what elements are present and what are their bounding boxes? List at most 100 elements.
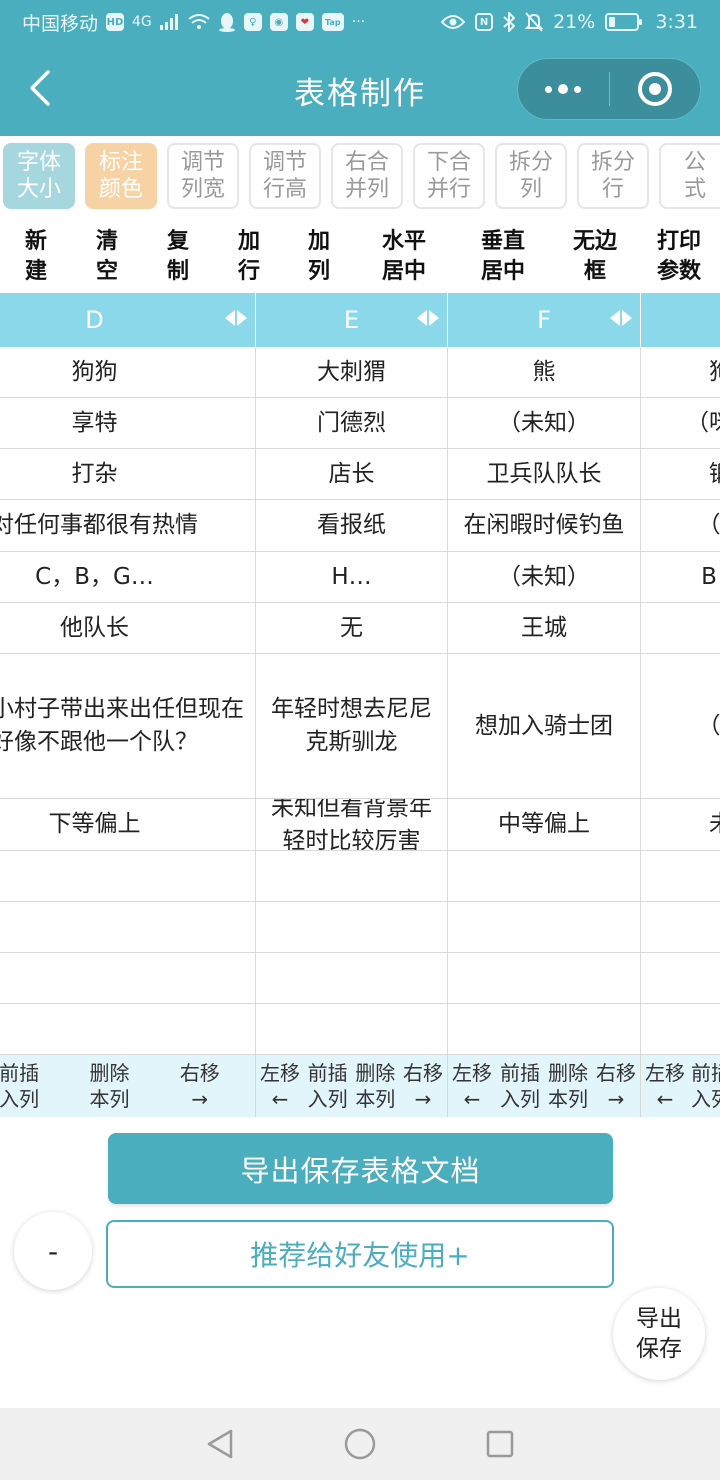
column-action-button[interactable]: 左移 ← bbox=[452, 1060, 492, 1112]
table-cell[interactable]: （咪咪 bbox=[641, 398, 720, 449]
table-cell[interactable] bbox=[0, 953, 256, 1004]
nav-recents-button[interactable] bbox=[480, 1424, 520, 1464]
table-cell[interactable] bbox=[448, 1004, 641, 1055]
new-button[interactable]: 新 建 bbox=[0, 222, 72, 292]
table-cell[interactable]: 年轻时想去尼尼克斯驯龙 bbox=[256, 654, 448, 799]
table-cell[interactable]: 熊 bbox=[448, 347, 641, 398]
table-cell[interactable] bbox=[0, 1004, 256, 1055]
column-action-button[interactable]: 前插 入列 bbox=[0, 1060, 39, 1112]
export-save-document-button[interactable]: 导出保存表格文档 bbox=[108, 1133, 613, 1204]
table-cell[interactable] bbox=[448, 851, 641, 902]
table-cell[interactable] bbox=[641, 851, 720, 902]
table-cell[interactable]: 未 bbox=[641, 799, 720, 851]
table-cell[interactable]: 狗 bbox=[641, 347, 720, 398]
table-cell[interactable]: 门德烈 bbox=[256, 398, 448, 449]
battery-icon bbox=[605, 13, 643, 31]
resize-column-icon[interactable] bbox=[417, 310, 439, 326]
table-cell[interactable]: 狗狗 bbox=[0, 347, 256, 398]
table-cell[interactable]: 卫兵队队长 bbox=[448, 449, 641, 500]
table-cell[interactable]: 中等偏上 bbox=[448, 799, 641, 851]
table-cell[interactable]: 锻 bbox=[641, 449, 720, 500]
table-cell[interactable]: （未知） bbox=[448, 552, 641, 603]
format-tool-button[interactable]: 调节 列宽 bbox=[167, 143, 239, 209]
table-cell[interactable]: 大刺猬 bbox=[256, 347, 448, 398]
table-cell[interactable]: 对任何事都很有热情 bbox=[0, 500, 256, 552]
more-menu-button[interactable] bbox=[518, 58, 609, 120]
column-action-button[interactable]: 前插 入列 bbox=[308, 1060, 348, 1112]
column-header[interactable] bbox=[641, 293, 720, 347]
format-tool-button[interactable]: 拆分 行 bbox=[577, 143, 649, 209]
add-column-button[interactable]: 加 列 bbox=[284, 222, 354, 292]
vertical-center-button[interactable]: 垂直 居中 bbox=[454, 222, 552, 292]
table-cell[interactable] bbox=[641, 603, 720, 654]
column-action-button[interactable]: 左移 ← bbox=[260, 1060, 300, 1112]
table-cell[interactable]: 无 bbox=[256, 603, 448, 654]
table-cell[interactable] bbox=[0, 851, 256, 902]
print-params-button[interactable]: 打印 参数 bbox=[638, 222, 720, 292]
table-cell[interactable]: 打杂 bbox=[0, 449, 256, 500]
table-cell[interactable] bbox=[256, 902, 448, 953]
nav-back-button[interactable] bbox=[200, 1424, 240, 1464]
table-cell[interactable]: 未知但看背景年轻时比较厉害 bbox=[256, 799, 448, 851]
table-cell[interactable]: （未知） bbox=[448, 398, 641, 449]
format-tool-button[interactable]: 公 式 bbox=[659, 143, 720, 209]
table-cell[interactable]: 店长 bbox=[256, 449, 448, 500]
no-border-button[interactable]: 无边 框 bbox=[552, 222, 638, 292]
column-action-button[interactable]: 删除 本列 bbox=[548, 1060, 588, 1112]
column-header[interactable]: F bbox=[448, 293, 641, 347]
nav-home-button[interactable] bbox=[340, 1424, 380, 1464]
table-cell[interactable]: C，B，G… bbox=[0, 552, 256, 603]
table-cell[interactable]: 他队长 bbox=[0, 603, 256, 654]
table-cell[interactable] bbox=[256, 851, 448, 902]
table-cell[interactable] bbox=[448, 902, 641, 953]
recommend-to-friend-button[interactable]: 推荐给好友使用+ bbox=[106, 1220, 614, 1288]
qq-icon bbox=[218, 12, 236, 32]
resize-column-icon[interactable] bbox=[610, 310, 632, 326]
table-cell[interactable] bbox=[641, 902, 720, 953]
export-save-floating-button[interactable]: 导出 保存 bbox=[613, 1288, 705, 1380]
zoom-out-button[interactable]: - bbox=[14, 1212, 92, 1290]
table-cell[interactable]: 享特 bbox=[0, 398, 256, 449]
table-cell[interactable]: B， bbox=[641, 552, 720, 603]
table-cell[interactable] bbox=[641, 1004, 720, 1055]
column-action-button[interactable]: 右移 → bbox=[596, 1060, 636, 1112]
table-cell[interactable]: 夫从小村子带出来出任但现在好像不跟他一个队？ bbox=[0, 654, 256, 799]
table-cell[interactable]: 看报纸 bbox=[256, 500, 448, 552]
table-cell[interactable]: 在闲暇时候钓鱼 bbox=[448, 500, 641, 552]
column-action-button[interactable]: 左移 ← bbox=[645, 1060, 685, 1112]
format-tool-button[interactable]: 调节 行高 bbox=[249, 143, 321, 209]
table-cell[interactable] bbox=[256, 1004, 448, 1055]
table-cell[interactable]: H… bbox=[256, 552, 448, 603]
table-cell[interactable]: 下等偏上 bbox=[0, 799, 256, 851]
table-cell[interactable] bbox=[0, 902, 256, 953]
column-action-button[interactable]: 前插 入列 bbox=[500, 1060, 540, 1112]
format-tool-button[interactable]: 下合 并行 bbox=[413, 143, 485, 209]
horizontal-center-button[interactable]: 水平 居中 bbox=[354, 222, 454, 292]
column-header[interactable]: E bbox=[256, 293, 448, 347]
format-tool-button[interactable]: 标注 颜色 bbox=[85, 143, 157, 209]
column-action-button[interactable]: 删除 本列 bbox=[355, 1060, 395, 1112]
add-row-button[interactable]: 加 行 bbox=[214, 222, 284, 292]
table-cell[interactable] bbox=[256, 953, 448, 1004]
table-cell[interactable]: 想加入骑士团 bbox=[448, 654, 641, 799]
column-action-button[interactable]: 右移 → bbox=[180, 1060, 220, 1112]
table-cell[interactable]: 王城 bbox=[448, 603, 641, 654]
table-cell[interactable] bbox=[641, 953, 720, 1004]
close-miniprogram-button[interactable] bbox=[610, 58, 701, 120]
format-tool-button[interactable]: 拆分 列 bbox=[495, 143, 567, 209]
table-cell[interactable]: （未 bbox=[641, 654, 720, 799]
format-tool-button[interactable]: 右合 并列 bbox=[331, 143, 403, 209]
column-action-button[interactable]: 前插 入列 bbox=[691, 1060, 720, 1112]
cell-text: 他队长 bbox=[60, 614, 129, 641]
column-header[interactable]: D bbox=[0, 293, 256, 347]
resize-column-icon[interactable] bbox=[225, 310, 247, 326]
copy-button[interactable]: 复 制 bbox=[142, 222, 214, 292]
column-action-button[interactable]: 删除 本列 bbox=[89, 1060, 129, 1112]
table-cell[interactable] bbox=[448, 953, 641, 1004]
format-tool-button[interactable]: 字体 大小 bbox=[3, 143, 75, 209]
column-action-button[interactable]: 右移 → bbox=[403, 1060, 443, 1112]
clear-button[interactable]: 清 空 bbox=[72, 222, 142, 292]
table-cell[interactable]: （未 bbox=[641, 500, 720, 552]
nav-back-icon bbox=[207, 1429, 233, 1459]
battery-level bbox=[609, 17, 615, 27]
